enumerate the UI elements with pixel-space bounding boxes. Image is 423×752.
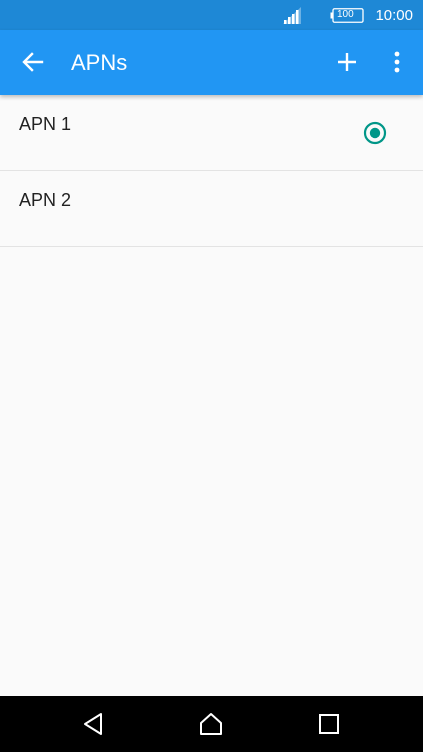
radio-selected-icon[interactable]: [363, 121, 387, 145]
apn-list-item[interactable]: APN 2: [0, 171, 423, 247]
page-title: APNs: [71, 50, 128, 75]
apn-list-item[interactable]: APN 1: [0, 95, 423, 171]
apns-screen: 100 10:00 APNs APN 1 APN 2: [0, 0, 423, 752]
plus-icon: [338, 53, 356, 71]
triangle-back-icon[interactable]: [80, 710, 108, 738]
apn-list: APN 1 APN 2: [0, 95, 423, 247]
status-clock: 10:00: [375, 7, 413, 24]
status-bar: 100 10:00: [0, 0, 423, 30]
battery-level-text: 100: [337, 9, 354, 20]
system-nav-bar: [0, 696, 423, 752]
app-bar: APNs: [0, 30, 423, 95]
apn-name: APN 2: [19, 190, 72, 210]
signal-strength-icon: [283, 7, 301, 24]
add-apn-button[interactable]: [328, 43, 366, 81]
back-button[interactable]: [14, 43, 52, 81]
square-recents-icon[interactable]: [315, 710, 343, 738]
more-options-button[interactable]: [382, 43, 412, 81]
arrow-left-icon: [22, 52, 44, 72]
more-vert-icon: [394, 51, 400, 73]
home-icon[interactable]: [197, 710, 225, 738]
apn-name: APN 1: [19, 114, 72, 134]
